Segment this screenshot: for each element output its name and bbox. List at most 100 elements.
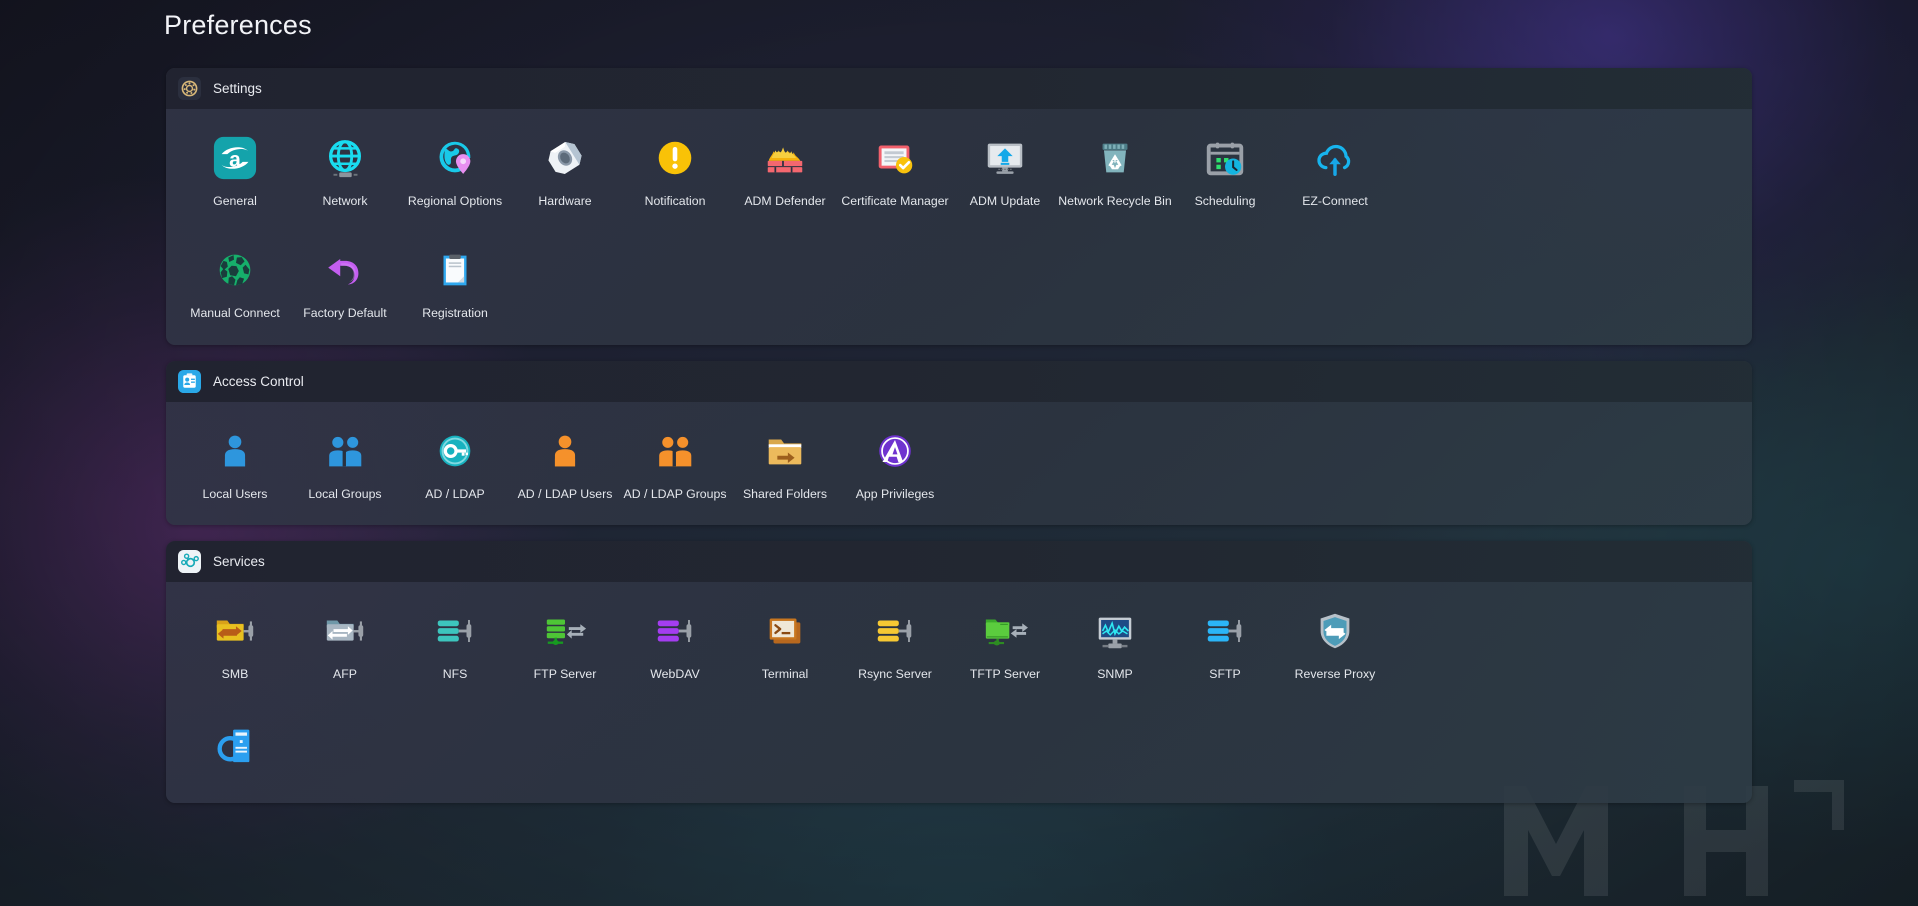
nfs-server-icon: [428, 604, 482, 658]
tile-label: Local Groups: [308, 486, 382, 501]
section-access-control-header: Access Control: [166, 360, 1752, 402]
preferences-scroll-area[interactable]: Settings a General Network Regional Opti…: [166, 68, 1752, 906]
tile-hardware[interactable]: Hardware: [510, 123, 620, 215]
access-control-icon-grid: Local Users Local Groups AD / LDAP AD / …: [180, 416, 1738, 508]
tile-afp[interactable]: AFP: [290, 596, 400, 688]
tile-sftp[interactable]: SFTP: [1170, 596, 1280, 688]
rsync-server-icon: [868, 604, 922, 658]
services-node-icon: [178, 550, 201, 574]
tile-label: SFTP: [1209, 667, 1241, 682]
section-services-title: Services: [213, 554, 265, 570]
tile-certificate-manager[interactable]: Certificate Manager: [840, 123, 950, 215]
section-services-header: Services: [166, 541, 1752, 583]
tile-label: Regional Options: [407, 194, 503, 208]
globe-grid-icon: [318, 131, 372, 185]
section-settings: Settings a General Network Regional Opti…: [166, 68, 1752, 345]
tile-registration[interactable]: Registration: [400, 235, 510, 327]
tile-ad-ldap-users[interactable]: AD / LDAP Users: [510, 416, 620, 508]
folder-arrow-icon: [758, 424, 812, 478]
tile-label: ADM Update: [969, 194, 1041, 208]
tile-web-server[interactable]: [180, 708, 290, 785]
tile-factory-default[interactable]: Factory Default: [290, 235, 400, 327]
tile-label: Certificate Manager: [841, 194, 949, 208]
people-blue-icon: [318, 424, 372, 478]
sftp-server-icon: [1198, 604, 1252, 658]
tile-snmp[interactable]: SNMP: [1060, 596, 1170, 688]
tile-adm-defender[interactable]: ADM Defender: [730, 123, 840, 215]
tile-label: Notification: [644, 194, 706, 208]
afp-folder-icon: [318, 604, 372, 658]
section-access-control-body: Local Users Local Groups AD / LDAP AD / …: [166, 402, 1752, 526]
tile-network[interactable]: Network: [290, 123, 400, 215]
tile-label: AD / LDAP: [425, 486, 485, 501]
tile-manual-connect[interactable]: Manual Connect: [180, 235, 290, 327]
tile-local-groups[interactable]: Local Groups: [290, 416, 400, 508]
tile-ftp-server[interactable]: FTP Server: [510, 596, 620, 688]
tile-label: Scheduling: [1194, 194, 1256, 208]
tile-label: NFS: [442, 667, 468, 682]
row-spacer: [180, 688, 1738, 708]
tile-label: WebDAV: [650, 667, 700, 682]
tile-label: EZ-Connect: [1302, 194, 1368, 208]
tile-label: Network: [322, 194, 368, 208]
tile-rsync-server[interactable]: Rsync Server: [840, 596, 950, 688]
settings-icon-grid: a General Network Regional Options Hardw…: [180, 123, 1738, 327]
nut-hardware-icon: [538, 131, 592, 185]
tile-tftp-server[interactable]: TFTP Server: [950, 596, 1060, 688]
tile-label: Network Recycle Bin: [1058, 194, 1172, 208]
reverse-proxy-shield-icon: [1308, 604, 1362, 658]
tile-shared-folders[interactable]: Shared Folders: [730, 416, 840, 508]
monitor-upload-icon: [978, 131, 1032, 185]
calendar-clock-icon: [1198, 131, 1252, 185]
page-title: Preferences: [164, 10, 312, 40]
tile-general[interactable]: a General: [180, 123, 290, 215]
tile-label: Registration: [422, 305, 488, 320]
section-services-body: SMB AFP NFS FTP Server WebDAV Terminal R…: [166, 582, 1752, 803]
tile-reverse-proxy[interactable]: Reverse Proxy: [1280, 596, 1390, 688]
app-privileges-a-icon: [868, 424, 922, 478]
section-settings-header: Settings: [166, 68, 1752, 109]
section-access-control: Access Control Local Users Local Groups …: [166, 360, 1752, 526]
tile-label: ADM Defender: [744, 194, 826, 208]
tile-label: General: [213, 194, 257, 208]
globe-pin-icon: [428, 131, 482, 185]
tile-app-privileges[interactable]: App Privileges: [840, 416, 950, 508]
certificate-check-icon: [868, 131, 922, 185]
tile-regional-options[interactable]: Regional Options: [400, 123, 510, 215]
tile-notification[interactable]: Notification: [620, 123, 730, 215]
tile-terminal[interactable]: Terminal: [730, 596, 840, 688]
tile-local-users[interactable]: Local Users: [180, 416, 290, 508]
undo-arrow-icon: [318, 243, 372, 297]
exclamation-circle-icon: [648, 131, 702, 185]
ftp-server-icon: [538, 604, 592, 658]
cloud-upload-icon: [1308, 131, 1362, 185]
tile-nfs[interactable]: NFS: [400, 596, 510, 688]
terminal-icon: [758, 604, 812, 658]
tile-webdav[interactable]: WebDAV: [620, 596, 730, 688]
tile-label: AD / LDAP Groups: [623, 486, 727, 501]
tile-label: Hardware: [538, 194, 592, 208]
tile-ad-ldap-groups[interactable]: AD / LDAP Groups: [620, 416, 730, 508]
tile-label: Shared Folders: [742, 486, 828, 501]
firewall-brick-icon: [758, 131, 812, 185]
id-badge-icon: [178, 369, 201, 393]
row-spacer: [180, 215, 1738, 235]
green-globe-icon: [208, 243, 262, 297]
tile-label: Local Users: [202, 486, 268, 501]
tile-label: App Privileges: [855, 486, 935, 501]
tile-smb[interactable]: SMB: [180, 596, 290, 688]
tile-label: AD / LDAP Users: [517, 486, 613, 501]
asustor-a-logo-icon: a: [208, 131, 262, 185]
tile-scheduling[interactable]: Scheduling: [1170, 123, 1280, 215]
recycle-bin-icon: [1088, 131, 1142, 185]
tile-adm-update[interactable]: ADM Update: [950, 123, 1060, 215]
tile-ez-connect[interactable]: EZ-Connect: [1280, 123, 1390, 215]
tile-label: SNMP: [1097, 667, 1133, 682]
tile-network-recycle-bin[interactable]: Network Recycle Bin: [1058, 123, 1172, 215]
person-orange-icon: [538, 424, 592, 478]
tile-ad-ldap[interactable]: AD / LDAP: [400, 416, 510, 508]
tile-label: TFTP Server: [969, 667, 1041, 682]
svg-text:a: a: [229, 149, 241, 172]
web-server-icon: [208, 716, 262, 770]
tile-label: AFP: [333, 667, 357, 682]
